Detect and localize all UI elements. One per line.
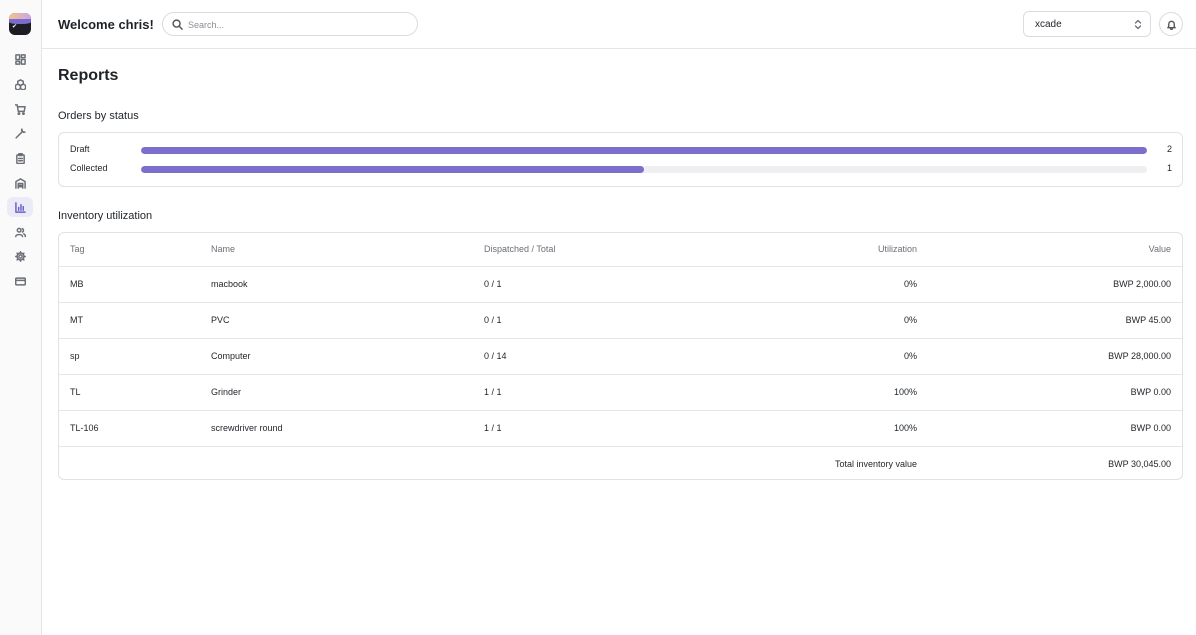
cell-value: BWP 0.00 — [928, 374, 1182, 411]
search-icon — [172, 19, 183, 30]
column-header-tag[interactable]: Tag — [59, 233, 200, 267]
orders-by-status-title: Orders by status — [58, 110, 139, 122]
column-header-utilization[interactable]: Utilization — [738, 233, 928, 267]
table-row[interactable]: TL Grinder 1 / 1 100% BWP 0.00 — [59, 374, 1182, 411]
chevron-up-down-icon — [1134, 19, 1142, 30]
cell-utilization: 0% — [738, 338, 928, 375]
cell-value: BWP 0.00 — [928, 410, 1182, 447]
cell-tag: TL-106 — [59, 410, 200, 447]
column-header-dispatched[interactable]: Dispatched / Total — [473, 233, 738, 267]
table-row[interactable]: MT PVC 0 / 1 0% BWP 45.00 — [59, 302, 1182, 339]
status-count: 2 — [1166, 144, 1172, 154]
cell-tag: TL — [59, 374, 200, 411]
cell-tag: MT — [59, 302, 200, 339]
table-row[interactable]: MB macbook 0 / 1 0% BWP 2,000.00 — [59, 266, 1182, 303]
app-logo[interactable]: ✔ — [9, 13, 31, 35]
cell-name: screwdriver round — [200, 410, 473, 447]
status-label: Collected — [70, 163, 108, 173]
organization-select[interactable]: xcade — [1023, 11, 1151, 37]
status-bar-track — [141, 166, 1147, 173]
page-title: Reports — [58, 67, 119, 84]
inventory-table: Tag Name Dispatched / Total Utilization … — [59, 233, 1182, 479]
sidebar-item-warehouse[interactable] — [7, 173, 33, 193]
welcome-text: Welcome chris! — [58, 17, 154, 32]
users-icon — [14, 227, 26, 237]
grid-icon — [14, 53, 26, 65]
inventory-utilization-card: Tag Name Dispatched / Total Utilization … — [58, 232, 1183, 480]
cell-dispatched: 0 / 1 — [473, 266, 738, 303]
clipboard-icon — [15, 152, 25, 164]
table-header-row: Tag Name Dispatched / Total Utilization … — [59, 233, 1182, 267]
total-row: Total inventory value BWP 30,045.00 — [59, 446, 1182, 479]
cell-dispatched: 0 / 14 — [473, 338, 738, 375]
inventory-utilization-title: Inventory utilization — [58, 210, 153, 222]
wrench-icon — [14, 127, 26, 139]
cell-dispatched: 0 / 1 — [473, 302, 738, 339]
organization-select-value: xcade — [1035, 19, 1062, 30]
total-inventory-value: BWP 30,045.00 — [1108, 459, 1171, 470]
column-header-value[interactable]: Value — [928, 233, 1182, 267]
orders-by-status-card: Draft 2 Collected 1 — [58, 132, 1183, 187]
credit-card-icon — [14, 276, 26, 286]
cell-name: Grinder — [200, 374, 473, 411]
cell-tag: MB — [59, 266, 200, 303]
boxes-icon — [14, 78, 26, 90]
status-bar-fill — [141, 166, 644, 173]
status-bar-track — [141, 147, 1147, 154]
sidebar: ✔ — [0, 0, 42, 635]
cell-value: BWP 2,000.00 — [928, 266, 1182, 303]
sidebar-item-dashboard[interactable] — [7, 49, 33, 69]
cell-tag: sp — [59, 338, 200, 375]
bar-chart-icon — [14, 201, 26, 213]
sidebar-item-checklist[interactable] — [7, 148, 33, 168]
status-row-draft: Draft 2 — [70, 144, 1172, 156]
cell-value: BWP 45.00 — [928, 302, 1182, 339]
cell-utilization: 100% — [738, 410, 928, 447]
cell-dispatched: 1 / 1 — [473, 410, 738, 447]
table-row[interactable]: TL-106 screwdriver round 1 / 1 100% BWP … — [59, 410, 1182, 447]
status-count: 1 — [1166, 163, 1172, 173]
cell-utilization: 0% — [738, 302, 928, 339]
top-bar: Welcome chris! xcade — [42, 0, 1196, 49]
warehouse-icon — [14, 177, 26, 189]
cell-name: PVC — [200, 302, 473, 339]
sidebar-item-tools[interactable] — [7, 123, 33, 143]
sidebar-item-billing[interactable] — [7, 271, 33, 291]
status-row-collected: Collected 1 — [70, 163, 1172, 175]
gear-icon — [14, 250, 26, 262]
sidebar-item-assets[interactable] — [7, 74, 33, 94]
notifications-button[interactable] — [1159, 12, 1183, 36]
cell-dispatched: 1 / 1 — [473, 374, 738, 411]
cart-icon — [14, 103, 26, 115]
sidebar-item-users[interactable] — [7, 222, 33, 242]
sidebar-item-settings[interactable] — [7, 246, 33, 266]
sidebar-item-orders[interactable] — [7, 99, 33, 119]
column-header-name[interactable]: Name — [200, 233, 473, 267]
sidebar-item-reports[interactable] — [7, 197, 33, 217]
search-input[interactable] — [188, 17, 408, 32]
cell-utilization: 0% — [738, 266, 928, 303]
cell-name: macbook — [200, 266, 473, 303]
cell-value: BWP 28,000.00 — [928, 338, 1182, 375]
table-row[interactable]: sp Computer 0 / 14 0% BWP 28,000.00 — [59, 338, 1182, 375]
bell-icon — [1166, 20, 1176, 30]
search-box[interactable] — [162, 12, 418, 36]
cell-utilization: 100% — [738, 374, 928, 411]
total-inventory-label: Total inventory value — [834, 459, 917, 470]
status-bar-fill — [141, 147, 1147, 154]
status-label: Draft — [70, 144, 90, 154]
cell-name: Computer — [200, 338, 473, 375]
